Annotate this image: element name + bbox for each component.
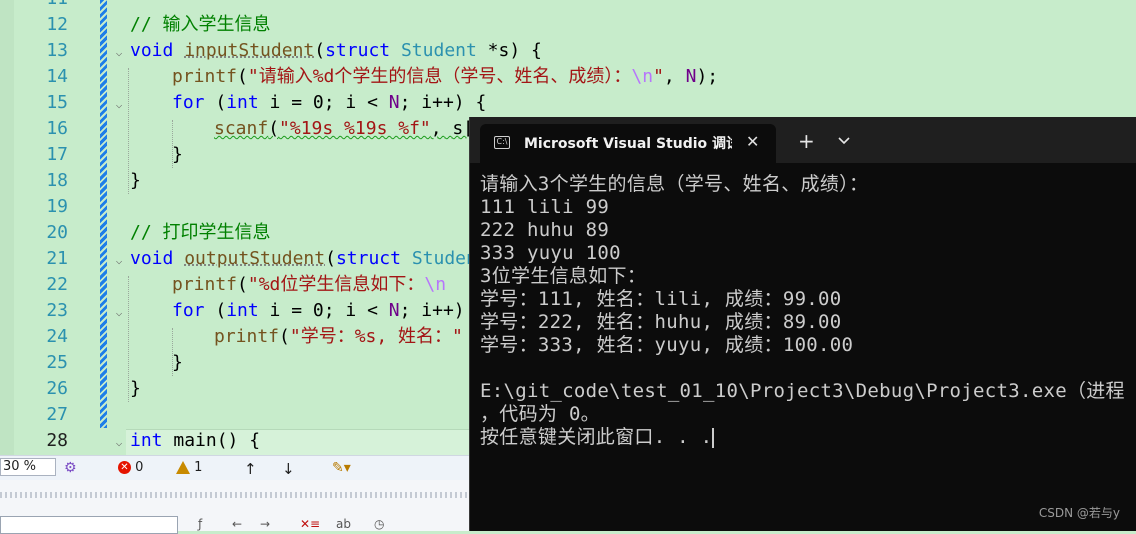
terminal-output-line: 按任意键关闭此窗口. . . [480, 426, 715, 448]
terminal-output-line: 学号：222, 姓名：huhu, 成绩：89.00 [480, 311, 842, 333]
terminal-output-line: E:\git_code\test_01_10\Project3\Debug\Pr… [480, 380, 1125, 402]
terminal-tab[interactable]: C:\ Microsoft Visual Studio 调试控制台 ✕ [480, 124, 776, 163]
line-number: 12 [46, 14, 68, 35]
line-number: 27 [46, 404, 68, 425]
indent-guide [128, 276, 129, 402]
back-button[interactable]: ← [232, 517, 242, 531]
line-number: 20 [46, 222, 68, 243]
code-line-24[interactable]: printf("学号：%s, 姓名：" [214, 324, 463, 350]
close-tab-button[interactable]: ✕ [746, 132, 759, 152]
line-number: 16 [46, 118, 68, 139]
output-source-dropdown[interactable] [0, 516, 178, 534]
find-icon[interactable]: ƒ [198, 517, 202, 531]
next-issue-button[interactable]: ↓ [282, 460, 295, 478]
error-count-label: 0 [135, 460, 144, 475]
line-number: 28 [46, 430, 68, 451]
terminal-output-line: 111 lili 99 [480, 196, 610, 218]
fold-toggle-icon[interactable]: ⌵ [112, 254, 126, 268]
code-line-22[interactable]: printf("%d位学生信息如下：\n [172, 272, 446, 298]
warning-icon [176, 461, 190, 474]
fold-toggle-icon[interactable]: ⌵ [112, 306, 126, 320]
warning-count[interactable]: 1 [176, 460, 202, 475]
line-number: 19 [46, 196, 68, 217]
change-tracking-bar [100, 0, 107, 428]
line-number: 11 [22, 0, 68, 12]
lower-tool-pane: ƒ ← → ✕≡ ab ◷ [0, 480, 470, 534]
terminal-output-line: 222 huhu 89 [480, 219, 610, 241]
terminal-output-line: 学号：111, 姓名：lili, 成绩：99.00 [480, 288, 842, 310]
terminal-tab-title: Microsoft Visual Studio 调试控制台 [524, 136, 732, 152]
line-number: 13 [46, 40, 68, 61]
code-line-20[interactable]: // 打印学生信息 [130, 220, 271, 246]
code-line-14[interactable]: printf("请输入%d个学生的信息（学号、姓名、成绩）：\n", N); [172, 64, 718, 90]
debug-console-window[interactable]: C:\ Microsoft Visual Studio 调试控制台 ✕ + 请输… [469, 117, 1136, 531]
line-number: 14 [46, 66, 68, 87]
warning-count-label: 1 [194, 460, 203, 475]
code-line-26[interactable]: } [130, 376, 141, 402]
previous-issue-button[interactable]: ↑ [244, 460, 257, 478]
code-cleanup-icon[interactable]: ✎▾ [332, 460, 351, 476]
forward-button[interactable]: → [260, 517, 270, 531]
line-number: 17 [46, 144, 68, 165]
line-number: 15 [46, 92, 68, 113]
code-line-28[interactable]: int main() { [130, 428, 260, 454]
terminal-output-line: 3位学生信息如下： [480, 265, 647, 287]
terminal-output-line: ，代码为 0。 [480, 403, 600, 425]
text-cursor [712, 427, 715, 448]
pane-splitter[interactable] [0, 492, 470, 498]
error-icon: ✕ [118, 461, 131, 474]
indent-guide [128, 68, 129, 194]
code-line-21[interactable]: void outputStudent(struct Studen [130, 246, 477, 272]
new-tab-button[interactable]: + [798, 131, 815, 151]
code-line-23[interactable]: for (int i = 0; i < N; i++) [172, 298, 465, 324]
word-wrap-icon[interactable]: ab [336, 517, 351, 531]
code-line-12[interactable]: // 输入学生信息 [130, 12, 271, 38]
clear-all-icon[interactable]: ✕≡ [300, 517, 320, 531]
chevron-down-icon[interactable] [836, 131, 852, 149]
line-number: 18 [46, 170, 68, 191]
watermark: CSDN @若与y [1038, 506, 1120, 520]
line-number: 26 [46, 378, 68, 399]
code-line-18[interactable]: } [130, 168, 141, 194]
terminal-titlebar: C:\ Microsoft Visual Studio 调试控制台 ✕ + [470, 117, 1136, 163]
clock-icon[interactable]: ◷ [374, 517, 384, 531]
line-number: 24 [46, 326, 68, 347]
line-number: 23 [46, 300, 68, 321]
fold-toggle-icon[interactable]: ⌵ [112, 46, 126, 60]
error-count[interactable]: ✕ 0 [118, 460, 143, 475]
intellicode-icon[interactable]: ⚙ [64, 460, 77, 476]
line-number: 25 [46, 352, 68, 373]
code-line-25[interactable]: } [172, 350, 183, 376]
editor-status-bar: 30 % ⚙ ✕ 0 1 ↑ ↓ ✎▾ [0, 455, 470, 480]
terminal-output-line: 333 yuyu 100 [480, 242, 621, 264]
code-line-15[interactable]: for (int i = 0; i < N; i++) { [172, 90, 486, 116]
code-line-16[interactable]: scanf("%19s %19s %f", s[ [214, 116, 474, 142]
zoom-level-combobox[interactable]: 30 % [0, 458, 56, 476]
code-line-13[interactable]: void inputStudent(struct Student *s) { [130, 38, 542, 64]
terminal-output-line: 学号：333, 姓名：yuyu, 成绩：100.00 [480, 334, 854, 356]
code-line-17[interactable]: } [172, 142, 183, 168]
line-number: 22 [46, 274, 68, 295]
fold-toggle-icon[interactable]: ⌵ [112, 98, 126, 112]
line-number: 21 [46, 248, 68, 269]
terminal-output[interactable]: 请输入3个学生的信息（学号、姓名、成绩）： 111 lili 99 222 huhu… [480, 173, 1125, 449]
fold-toggle-icon[interactable]: ⌵ [112, 436, 126, 450]
console-icon: C:\ [494, 136, 510, 149]
terminal-output-line: 请输入3个学生的信息（学号、姓名、成绩）： [480, 173, 869, 195]
editor-margin [0, 0, 14, 455]
